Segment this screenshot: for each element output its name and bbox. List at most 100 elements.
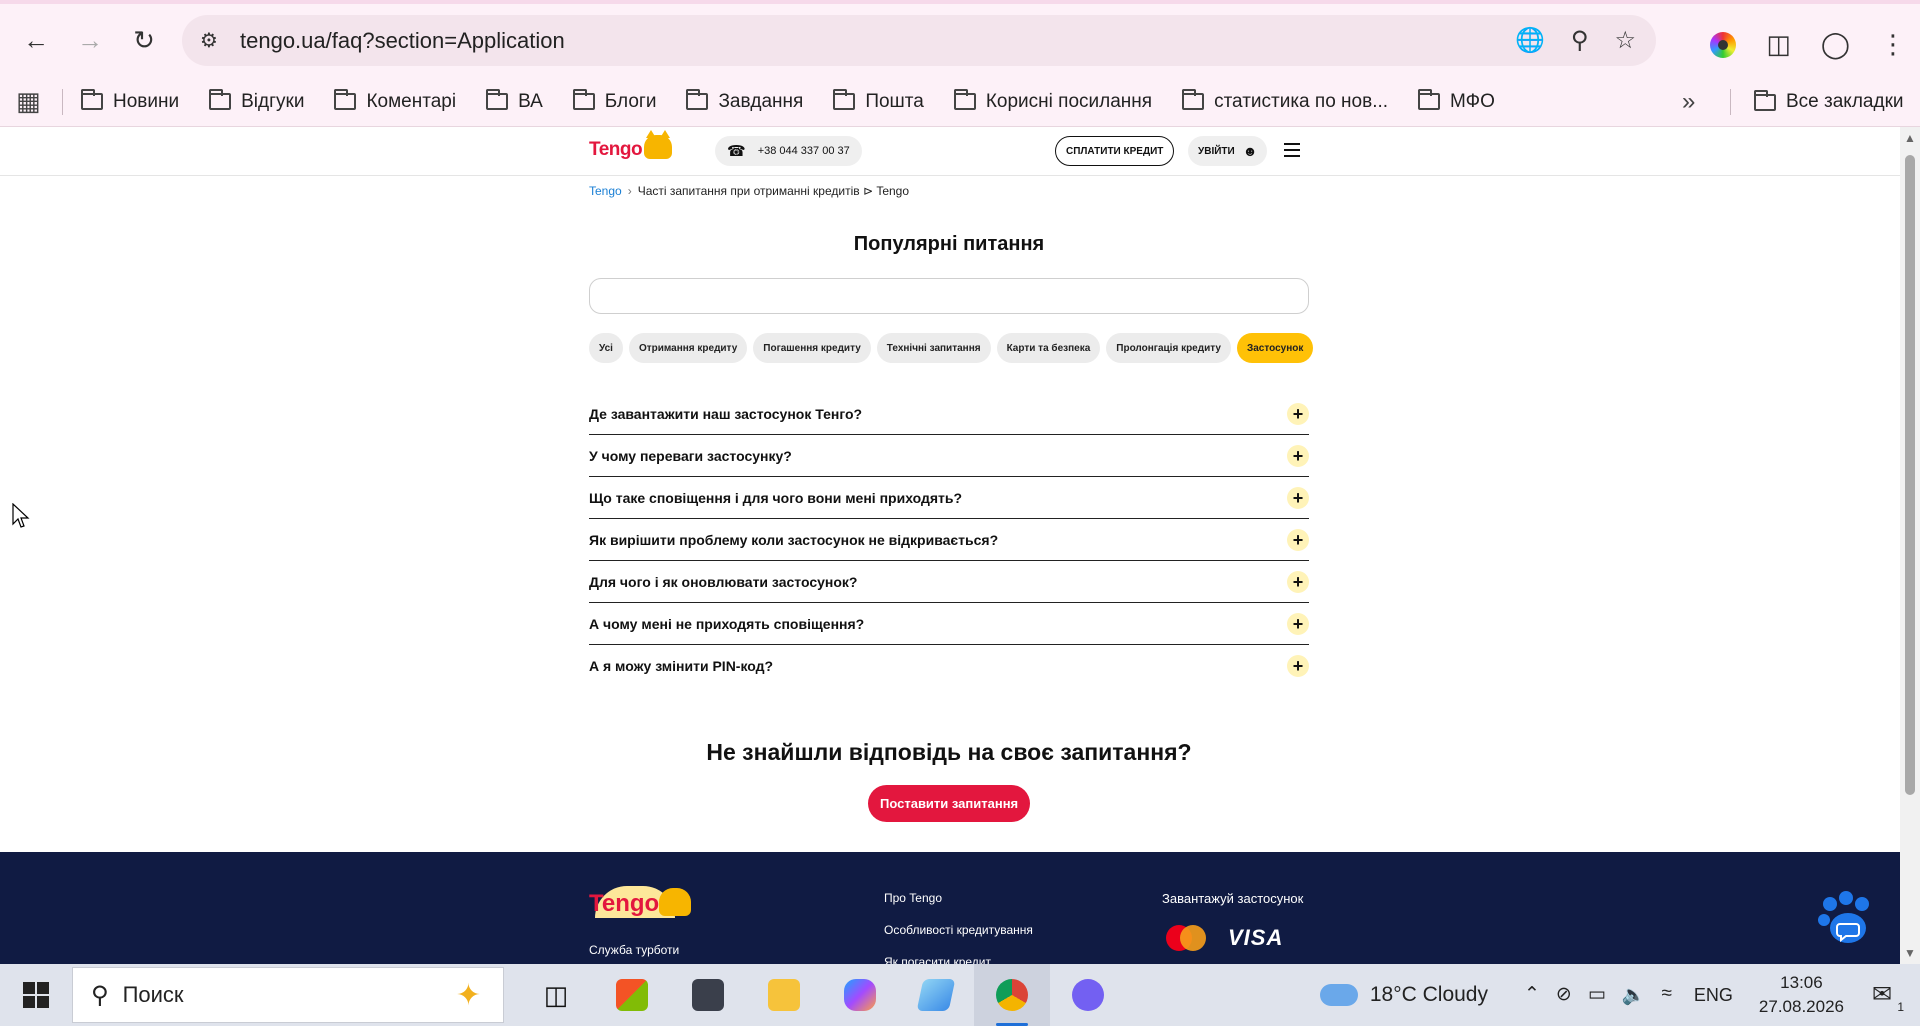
expand-plus-icon[interactable]: + (1287, 444, 1309, 467)
battery-icon[interactable]: ▭ (1588, 983, 1606, 1007)
bookmark-folder[interactable]: Відгуки (209, 89, 304, 113)
scroll-down-arrow-icon[interactable]: ▼ (1904, 946, 1916, 960)
bookmark-folder[interactable]: статистика по нов... (1182, 89, 1388, 113)
folder-icon (334, 89, 357, 110)
ask-question-button[interactable]: Поставити запитання (868, 785, 1031, 822)
mastercard-icon (1166, 925, 1206, 951)
all-bookmarks-folder[interactable]: Все закладки (1754, 77, 1904, 127)
color-extension-icon[interactable] (1710, 31, 1737, 58)
chip-repayment[interactable]: Погашення кредиту (753, 333, 871, 363)
bookmark-folder[interactable]: ВА (486, 89, 543, 113)
notification-icon[interactable]: ✉ 1 (1872, 980, 1904, 1014)
taskbar-viber[interactable] (1050, 964, 1126, 1026)
cat-icon (659, 888, 692, 916)
taskbar-notes[interactable] (898, 964, 974, 1026)
bookmark-folder[interactable]: МФО (1418, 89, 1495, 113)
cat-icon (644, 130, 673, 159)
faq-item[interactable]: Що таке сповіщення і для чого вони мені … (589, 477, 1309, 519)
site-settings-icon[interactable]: ⚙ (194, 26, 224, 56)
taskbar-calculator[interactable] (670, 964, 746, 1026)
tengo-logo[interactable]: Tengo (587, 130, 673, 161)
bookmark-label: Пошта (865, 90, 924, 112)
expand-plus-icon[interactable]: + (1287, 528, 1309, 551)
copilot-icon (844, 979, 876, 1011)
profile-icon[interactable]: ◯ (1821, 29, 1850, 60)
scroll-up-arrow-icon[interactable]: ▲ (1904, 131, 1916, 145)
faq-item[interactable]: А чому мені не приходять сповіщення? + (589, 603, 1309, 645)
taskbar-search-box[interactable]: ⚲ Поиск ✦ (72, 967, 504, 1023)
zoom-icon[interactable]: ⚲ (1571, 26, 1589, 55)
bookmark-folder[interactable]: Коментарі (334, 89, 456, 113)
network-off-icon[interactable]: ⊘ (1556, 983, 1572, 1007)
taskbar-explorer[interactable] (746, 964, 822, 1026)
chip-all[interactable]: Усі (589, 333, 623, 363)
tray-icons: ⌃ ⊘ ▭ 🔈 ≈ (1524, 983, 1672, 1007)
bookmark-folder[interactable]: Завдання (686, 89, 803, 113)
language-indicator[interactable]: ENG (1694, 985, 1733, 1006)
care-service-link[interactable]: Служба турботи (589, 943, 679, 957)
breadcrumb-home-link[interactable]: Tengo (589, 184, 622, 198)
logo-text: Tengo (589, 890, 660, 917)
footer-logo[interactable]: Tengo (589, 886, 692, 918)
chip-prolongation[interactable]: Пролонгація кредиту (1106, 333, 1231, 363)
search-placeholder: Поиск (122, 982, 184, 1007)
chevron-up-icon[interactable]: ⌃ (1524, 983, 1540, 1007)
footer-link-about[interactable]: Про Tengo (884, 891, 1033, 923)
url-text[interactable]: tengo.ua/faq?section=Application (240, 28, 565, 54)
faq-item[interactable]: У чому переваги застосунку? + (589, 435, 1309, 477)
pay-credit-button[interactable]: СПЛАТИТИ КРЕДИТ (1055, 136, 1175, 166)
chip-application[interactable]: Застосунок (1236, 333, 1314, 363)
faq-item[interactable]: Як вирішити проблему коли застосунок не … (589, 519, 1309, 561)
footer-link-repay[interactable]: Як погасити кредит (884, 955, 1033, 964)
chip-cards-security[interactable]: Карти та безпека (996, 333, 1101, 363)
reload-icon[interactable]: ↻ (126, 23, 162, 59)
bookmark-label: Новини (113, 90, 180, 112)
wifi-icon[interactable]: ≈ (1661, 983, 1671, 1007)
bookmark-star-icon[interactable]: ☆ (1614, 26, 1636, 55)
login-button[interactable]: УВІЙТИ ☻ (1188, 136, 1268, 166)
back-arrow-icon[interactable]: ← (18, 23, 54, 59)
menu-kebab-icon[interactable]: ⋮ (1880, 29, 1906, 60)
task-view-button[interactable]: ◫ (518, 964, 594, 1026)
more-bookmarks-chevron-icon[interactable]: » (1682, 77, 1695, 127)
extensions-puzzle-icon[interactable]: ◫ (1766, 29, 1791, 60)
faq-item[interactable]: Для чого і як оновлювати застосунок? + (589, 561, 1309, 603)
volume-icon[interactable]: 🔈 (1622, 983, 1646, 1007)
expand-plus-icon[interactable]: + (1287, 402, 1309, 425)
expand-plus-icon[interactable]: + (1287, 486, 1309, 509)
bookmark-folder[interactable]: Новини (81, 89, 180, 113)
weather-widget[interactable]: 18°C Cloudy (1319, 983, 1488, 1007)
faq-item[interactable]: А я можу змінити PIN-код? + (589, 645, 1309, 687)
apps-grid-icon[interactable]: ▦ (16, 86, 48, 117)
taskbar-apps: ◫ (518, 964, 1126, 1026)
faq-search-input[interactable] (589, 278, 1309, 314)
clock[interactable]: 13:06 27.08.2026 (1759, 971, 1844, 1019)
chip-getting-credit[interactable]: Отримання кредиту (628, 333, 748, 363)
phone-icon: ☎ (727, 143, 746, 160)
taskbar-chrome[interactable] (974, 964, 1050, 1026)
expand-plus-icon[interactable]: + (1287, 570, 1309, 593)
taskbar-copilot[interactable] (822, 964, 898, 1026)
bookmark-folder[interactable]: Пошта (833, 89, 924, 113)
breadcrumb-chevron-icon: › (627, 184, 632, 198)
faq-item[interactable]: Де завантажити наш застосунок Тенго? + (589, 393, 1309, 435)
bookmarks-divider (1730, 89, 1731, 115)
translate-icon[interactable]: 🌐 (1515, 26, 1545, 55)
bookmark-folder[interactable]: Корисні посилання (953, 89, 1152, 113)
page-scrollbar[interactable]: ▲ ▼ (1900, 127, 1920, 964)
footer-link-features[interactable]: Особливості кредитування (884, 923, 1033, 955)
address-bar[interactable]: ⚙ tengo.ua/faq?section=Application 🌐 ⚲ ☆ (182, 15, 1656, 66)
taskbar-store[interactable] (594, 964, 670, 1026)
breadcrumb-current: Часті запитання при отриманні кредитів ⊳… (637, 184, 910, 198)
cloud-icon (1319, 984, 1358, 1006)
expand-plus-icon[interactable]: + (1287, 612, 1309, 635)
forward-arrow-icon[interactable]: → (72, 23, 108, 59)
chat-paw-icon[interactable] (1816, 890, 1876, 950)
scrollbar-thumb[interactable] (1905, 155, 1915, 795)
start-button[interactable] (0, 964, 72, 1026)
bookmark-folder[interactable]: Блоги (572, 89, 656, 113)
hamburger-menu-icon[interactable] (1284, 143, 1300, 157)
expand-plus-icon[interactable]: + (1287, 655, 1309, 677)
phone-button[interactable]: ☎ +38 044 337 00 37 (715, 136, 862, 166)
chip-technical[interactable]: Технічні запитання (876, 333, 991, 363)
